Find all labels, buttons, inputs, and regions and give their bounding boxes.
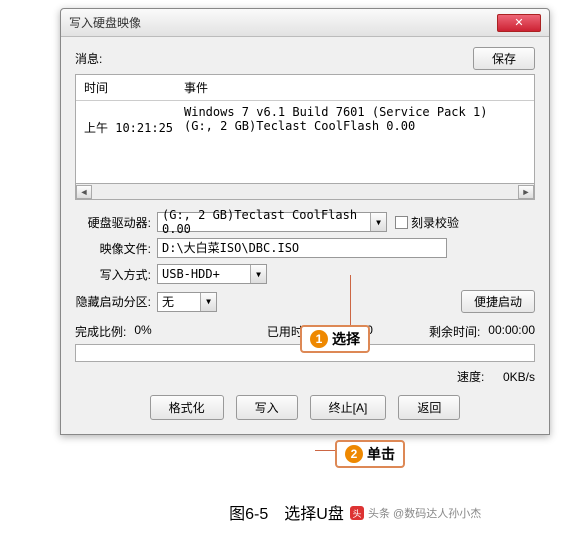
message-label: 消息: (75, 50, 473, 67)
remain-value: 00:00:00 (488, 323, 535, 340)
log-row: 上午 10:21:25 (G:, 2 GB)Teclast CoolFlash … (84, 119, 526, 136)
drive-label: 硬盘驱动器: (75, 214, 157, 231)
back-button[interactable]: 返回 (398, 395, 460, 420)
h-scrollbar[interactable]: ◄ ► (75, 184, 535, 200)
log-row: Windows 7 v6.1 Build 7601 (Service Pack … (84, 105, 526, 119)
image-path-input[interactable]: D:\大白菜ISO\DBC.ISO (157, 238, 447, 258)
scroll-track[interactable] (92, 185, 518, 199)
write-button[interactable]: 写入 (236, 395, 298, 420)
leader-line (350, 275, 351, 330)
hidden-boot-combo[interactable]: 无 ▼ (157, 292, 217, 312)
abort-button[interactable]: 终止[A] (310, 395, 387, 420)
speed-label: 速度: (457, 370, 484, 384)
dialog-window: 写入硬盘映像 ✕ 消息: 保存 时间 事件 Windows 7 v6.1 Bui… (60, 8, 550, 435)
window-title: 写入硬盘映像 (69, 14, 497, 31)
figure-caption: 图6-5 选择U盘 (0, 500, 573, 524)
method-label: 写入方式: (75, 266, 157, 283)
drive-combo[interactable]: (G:, 2 GB)Teclast CoolFlash 0.00 ▼ (157, 212, 387, 232)
save-button[interactable]: 保存 (473, 47, 535, 70)
titlebar[interactable]: 写入硬盘映像 ✕ (61, 9, 549, 37)
quick-boot-button[interactable]: 便捷启动 (461, 290, 535, 313)
leader-line (315, 450, 335, 451)
chevron-down-icon: ▼ (370, 213, 386, 231)
image-label: 映像文件: (75, 240, 157, 257)
close-button[interactable]: ✕ (497, 14, 541, 32)
watermark: 头 头条 @数码达人孙小杰 (350, 505, 481, 521)
format-button[interactable]: 格式化 (150, 395, 224, 420)
done-label: 完成比例: (75, 323, 126, 340)
speed-value: 0KB/s (503, 370, 535, 384)
callout-1: 1 选择 (300, 325, 370, 353)
scroll-left-icon[interactable]: ◄ (76, 185, 92, 199)
log-col-time: 时间 (84, 79, 184, 96)
remain-label: 剩余时间: (429, 323, 480, 340)
verify-label: 刻录校验 (411, 214, 459, 231)
verify-checkbox[interactable] (395, 216, 408, 229)
chevron-down-icon: ▼ (200, 293, 216, 311)
close-icon: ✕ (514, 16, 523, 29)
callout-2: 2 单击 (335, 440, 405, 468)
write-method-combo[interactable]: USB-HDD+ ▼ (157, 264, 267, 284)
hidden-label: 隐藏启动分区: (75, 293, 157, 310)
scroll-right-icon[interactable]: ► (518, 185, 534, 199)
toutiao-icon: 头 (350, 506, 364, 520)
client-area: 消息: 保存 时间 事件 Windows 7 v6.1 Build 7601 (… (61, 37, 549, 434)
log-list: 时间 事件 Windows 7 v6.1 Build 7601 (Service… (75, 74, 535, 184)
chevron-down-icon: ▼ (250, 265, 266, 283)
done-value: 0% (134, 323, 151, 340)
log-col-event: 事件 (184, 79, 526, 96)
